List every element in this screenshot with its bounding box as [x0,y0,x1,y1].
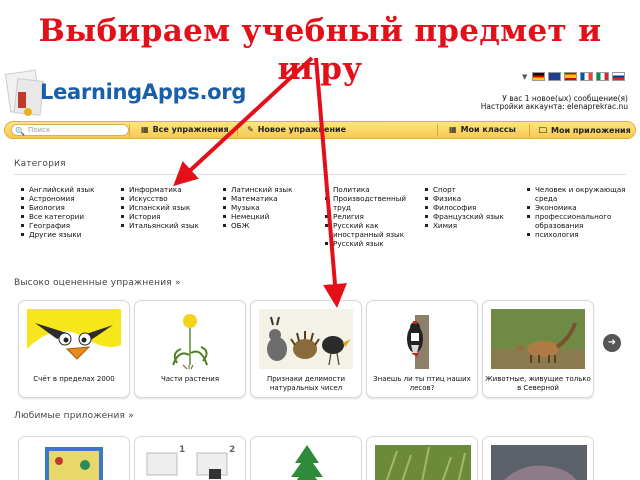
annotation-arrows [173,56,347,308]
arrow-to-exercise [314,57,347,308]
arrow-to-category [173,56,314,187]
